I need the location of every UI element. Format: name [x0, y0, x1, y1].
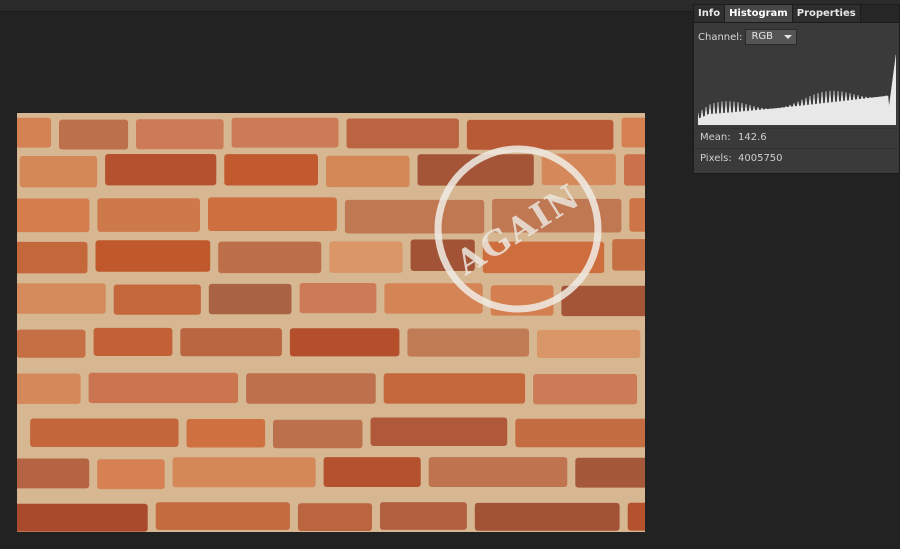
mean-stat: Mean: 142.6 [700, 132, 767, 143]
divider [694, 148, 899, 149]
pixels-stat: Pixels: 4005750 [700, 153, 783, 164]
pixels-value: 4005750 [738, 153, 783, 164]
channel-label: Channel: [698, 31, 743, 43]
channel-select[interactable]: RGB [745, 29, 798, 45]
mean-value: 142.6 [738, 132, 767, 143]
pixels-label: Pixels: [700, 153, 732, 164]
channel-value: RGB [751, 31, 773, 42]
document-image[interactable]: AGAIN [17, 113, 645, 532]
brick-wall-photo: AGAIN [17, 113, 645, 532]
histogram-curve [698, 54, 896, 125]
histogram-graph [698, 49, 896, 125]
divider [694, 128, 899, 129]
panel-tabs: Info Histogram Properties [694, 5, 899, 23]
channel-row: Channel: RGB [698, 29, 798, 45]
mean-label: Mean: [700, 132, 731, 143]
tab-histogram[interactable]: Histogram [725, 5, 793, 22]
chevron-down-icon [784, 35, 793, 39]
tab-properties[interactable]: Properties [792, 5, 861, 22]
histogram-panel: Info Histogram Properties Channel: RGB M… [693, 4, 900, 174]
tab-info[interactable]: Info [694, 5, 726, 22]
